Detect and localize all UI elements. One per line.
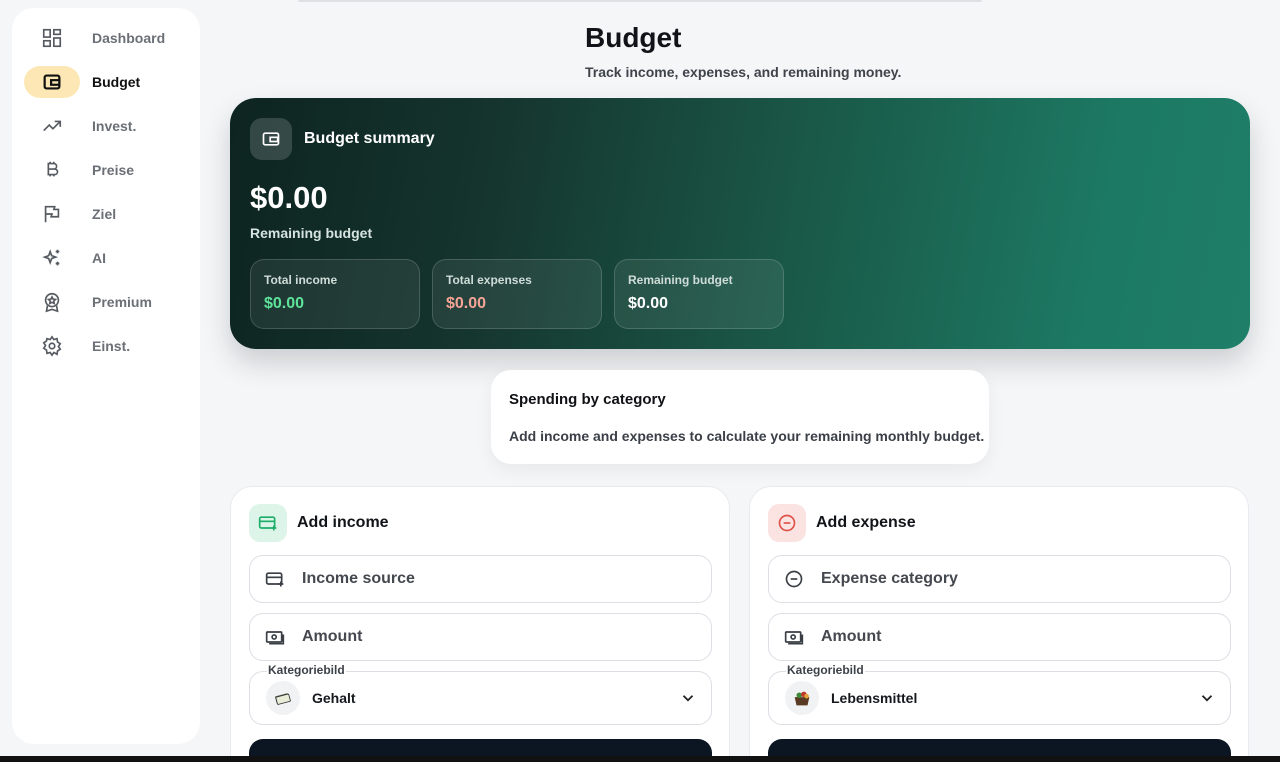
field-placeholder: Amount: [821, 628, 882, 645]
sidebar-item-label: Dashboard: [92, 30, 166, 46]
field-placeholder: Expense category: [821, 570, 958, 587]
sidebar-item-label: Budget: [92, 74, 141, 90]
sidebar-item-premium[interactable]: Premium: [24, 286, 194, 318]
expense-category-input[interactable]: Expense category: [768, 555, 1231, 603]
add-expense-card: Add expense Expense category Amount Lebe…: [749, 486, 1249, 762]
sidebar-item-invest[interactable]: Invest.: [24, 110, 194, 142]
wallet-icon: [24, 66, 80, 98]
award-icon: [24, 286, 80, 318]
money-stack-icon: [266, 681, 300, 715]
bitcoin-icon: [24, 154, 80, 186]
stat-label: Total expenses: [446, 273, 532, 287]
cash-icon: [250, 627, 300, 647]
bottom-edge: [0, 756, 1280, 762]
cash-icon: [769, 627, 819, 647]
sparkles-icon: [24, 242, 80, 274]
wallet-icon: [250, 118, 292, 160]
stat-value: $0.00: [264, 295, 305, 312]
sidebar-item-ziel[interactable]: Ziel: [24, 198, 194, 230]
sidebar-item-ai[interactable]: AI: [24, 242, 194, 274]
stat-total-expenses: Total expenses $0.00: [432, 259, 602, 329]
budget-summary-card: Budget summary $0.00 Remaining budget To…: [230, 98, 1250, 349]
sidebar-item-label: AI: [92, 250, 106, 266]
trending-up-icon: [24, 110, 80, 142]
stat-value: $0.00: [628, 295, 669, 312]
minus-circle-icon: [769, 569, 819, 589]
select-label: Kategoriebild: [786, 663, 865, 677]
sidebar-item-label: Premium: [92, 294, 152, 310]
sidebar-item-label: Einst.: [92, 338, 131, 354]
spending-text: Add income and expenses to calculate you…: [509, 428, 985, 444]
sidebar-item-settings[interactable]: Einst.: [24, 330, 194, 362]
income-category-select[interactable]: Gehalt: [249, 671, 712, 725]
sidebar-item-budget[interactable]: Budget: [24, 66, 194, 98]
sidebar-item-label: Invest.: [92, 118, 137, 134]
select-value: Lebensmittel: [831, 690, 918, 706]
expense-amount-input[interactable]: Amount: [768, 613, 1231, 661]
card-plus-icon: [250, 569, 300, 589]
add-income-card: Add income Income source Amount Gehalt K…: [230, 486, 730, 762]
field-placeholder: Income source: [302, 570, 415, 587]
remaining-amount: $0.00: [250, 180, 328, 215]
select-label: Kategoriebild: [267, 663, 346, 677]
page-subtitle: Track income, expenses, and remaining mo…: [585, 64, 902, 80]
add-income-title: Add income: [297, 514, 389, 531]
income-source-input[interactable]: Income source: [249, 555, 712, 603]
grocery-basket-icon: [785, 681, 819, 715]
stat-label: Remaining budget: [628, 273, 733, 287]
spending-title: Spending by category: [509, 391, 666, 408]
dashboard-icon: [24, 22, 80, 54]
flag-icon: [24, 198, 80, 230]
add-expense-title: Add expense: [816, 514, 916, 531]
spending-by-category-card: Spending by category Add income and expe…: [491, 370, 989, 464]
sidebar-item-dashboard[interactable]: Dashboard: [24, 22, 194, 54]
page-title: Budget: [585, 22, 682, 53]
field-placeholder: Amount: [302, 628, 363, 645]
expense-category-select[interactable]: Lebensmittel: [768, 671, 1231, 725]
top-divider: [298, 0, 982, 2]
chevron-down-icon: [679, 689, 697, 712]
income-amount-input[interactable]: Amount: [249, 613, 712, 661]
select-value: Gehalt: [312, 690, 356, 706]
sidebar: Dashboard Budget Invest. Preise Ziel AI …: [12, 8, 200, 744]
remaining-amount-label: Remaining budget: [250, 225, 373, 241]
settings-icon: [24, 330, 80, 362]
stat-value: $0.00: [446, 295, 487, 312]
stat-remaining-budget: Remaining budget $0.00: [614, 259, 784, 329]
stat-label: Total income: [264, 273, 338, 287]
chevron-down-icon: [1198, 689, 1216, 712]
minus-circle-icon: [768, 504, 806, 542]
summary-title: Budget summary: [304, 130, 435, 147]
sidebar-item-label: Ziel: [92, 206, 117, 222]
card-plus-icon: [249, 504, 287, 542]
sidebar-item-label: Preise: [92, 162, 135, 178]
stat-total-income: Total income $0.00: [250, 259, 420, 329]
sidebar-item-preise[interactable]: Preise: [24, 154, 194, 186]
